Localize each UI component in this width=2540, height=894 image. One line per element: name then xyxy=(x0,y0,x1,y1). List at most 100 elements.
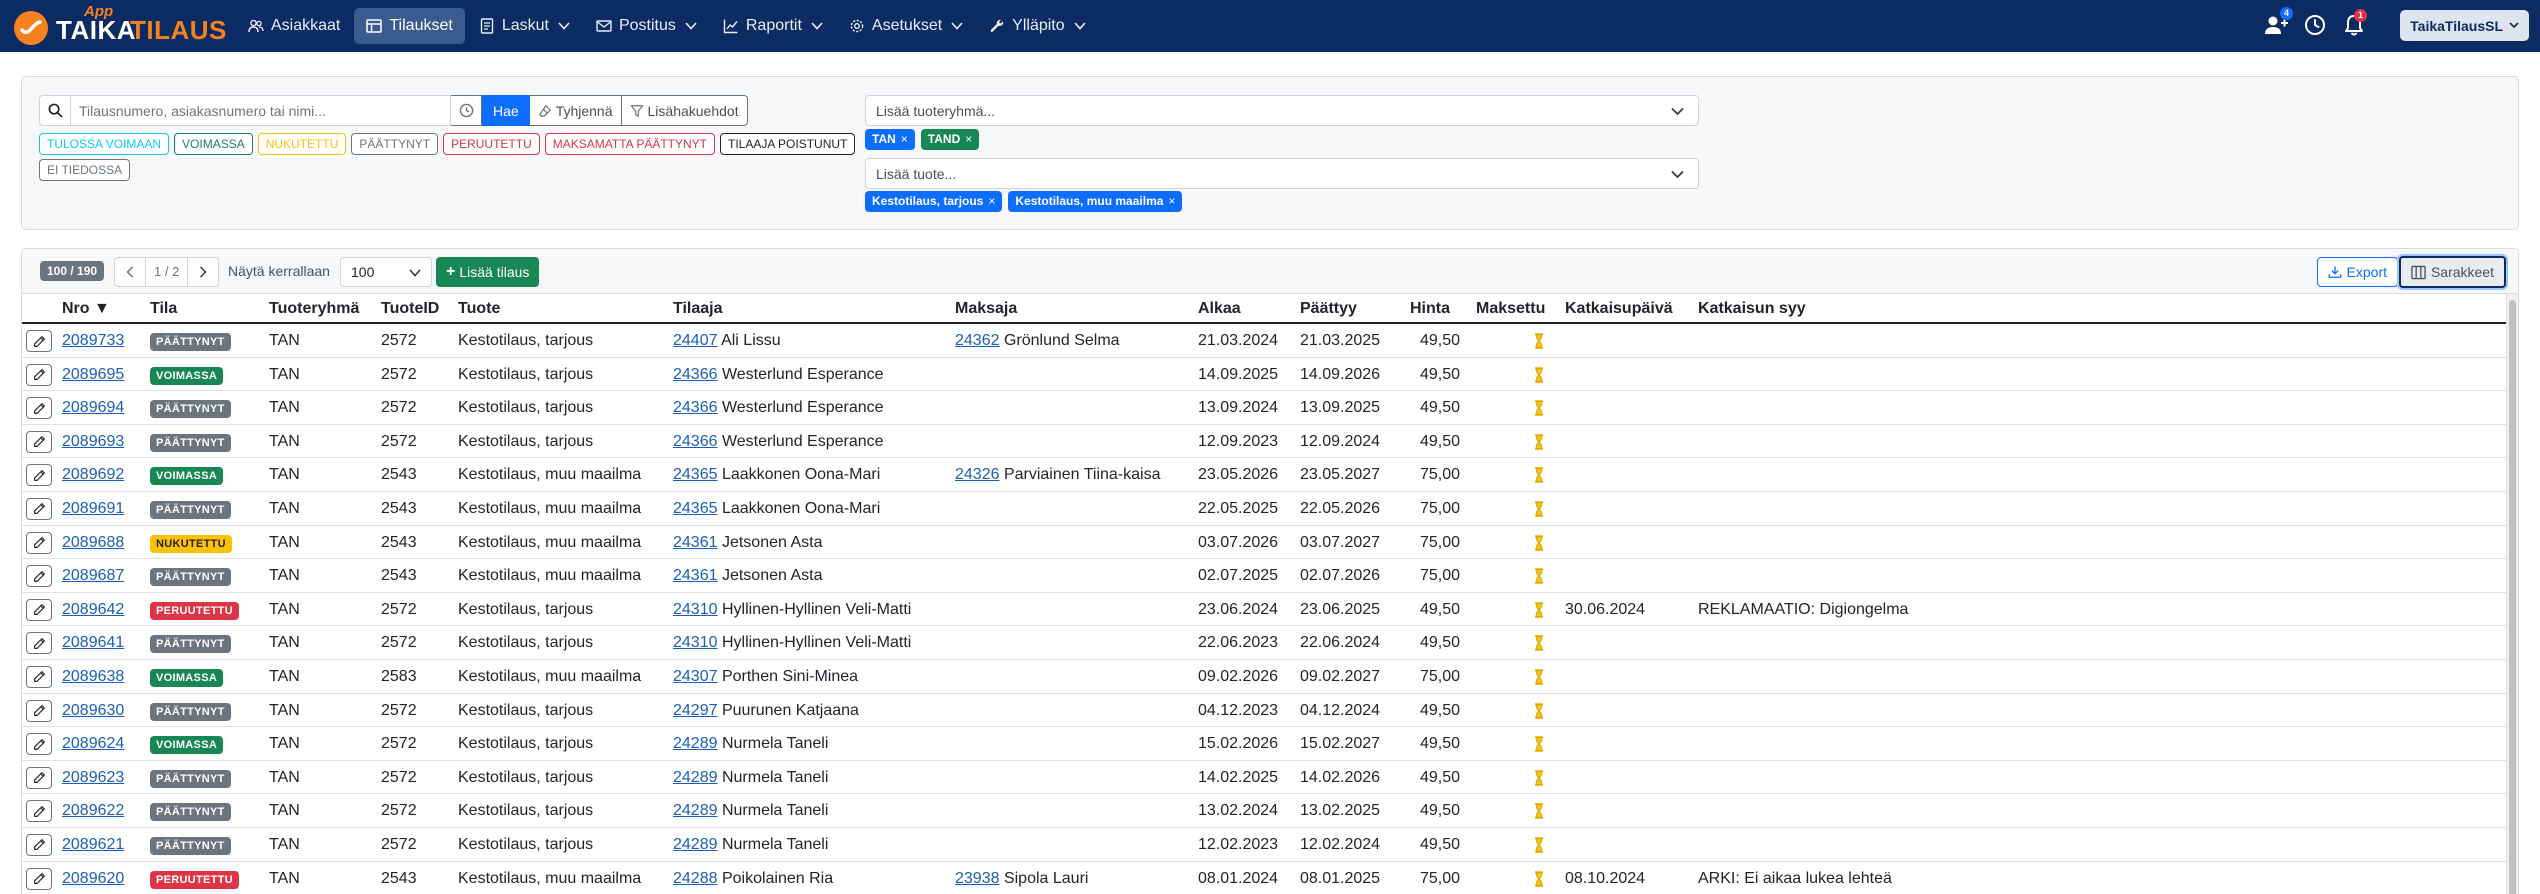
status-filter-nukutettu[interactable]: NUKUTETTU xyxy=(257,133,347,155)
subscriber-id-link[interactable]: 24289 xyxy=(673,802,718,819)
subscriber-id-link[interactable]: 24361 xyxy=(673,567,718,584)
search-button[interactable]: Hae xyxy=(482,95,530,126)
order-number-link[interactable]: 2089691 xyxy=(62,500,124,518)
column-header-katkaisupaiva[interactable]: Katkaisupäivä xyxy=(1565,300,1673,318)
edit-order-button[interactable] xyxy=(26,833,52,856)
remove-tag-icon[interactable]: × xyxy=(901,132,908,146)
order-number-link[interactable]: 2089624 xyxy=(62,735,124,753)
nav-item-tilaukset[interactable]: Tilaukset xyxy=(354,8,465,44)
scrollbar-thumb[interactable] xyxy=(2509,300,2516,894)
subscriber-id-link[interactable]: 24310 xyxy=(673,634,718,651)
column-header-hinta[interactable]: Hinta xyxy=(1410,300,1450,318)
remove-tag-icon[interactable]: × xyxy=(1168,194,1175,208)
subscriber-id-link[interactable]: 24307 xyxy=(673,668,718,685)
order-number-link[interactable]: 2089620 xyxy=(62,870,124,888)
vertical-scrollbar[interactable] xyxy=(2506,294,2518,894)
nav-item-raportit[interactable]: Raportit xyxy=(711,8,835,44)
company-dropdown-button[interactable]: TaikaTilausSL xyxy=(2400,10,2529,41)
column-header-tuoteid[interactable]: TuoteID xyxy=(381,300,439,318)
order-number-link[interactable]: 2089623 xyxy=(62,769,124,787)
column-header-tilaaja[interactable]: Tilaaja xyxy=(673,300,723,318)
order-number-link[interactable]: 2089642 xyxy=(62,601,124,619)
search-history-button[interactable] xyxy=(451,95,482,126)
subscriber-id-link[interactable]: 24407 xyxy=(673,332,718,349)
order-number-link[interactable]: 2089688 xyxy=(62,534,124,552)
history-clock-icon[interactable] xyxy=(2303,13,2329,39)
edit-order-button[interactable] xyxy=(26,430,52,453)
status-filter-tilaaja-poistunut[interactable]: TILAAJA POISTUNUT xyxy=(720,133,856,155)
order-number-link[interactable]: 2089692 xyxy=(62,466,124,484)
order-number-link[interactable]: 2089630 xyxy=(62,702,124,720)
subscriber-id-link[interactable]: 24365 xyxy=(673,500,718,517)
product-group-select[interactable]: Lisää tuoteryhmä... xyxy=(865,95,1699,126)
column-header-maksaja[interactable]: Maksaja xyxy=(955,300,1017,318)
subscriber-id-link[interactable]: 24365 xyxy=(673,466,718,483)
edit-order-button[interactable] xyxy=(26,330,52,352)
subscriber-id-link[interactable]: 24289 xyxy=(673,836,718,853)
column-header-tuoteryhma[interactable]: Tuoteryhmä xyxy=(269,300,359,318)
order-number-link[interactable]: 2089694 xyxy=(62,399,124,417)
column-header-alkaa[interactable]: Alkaa xyxy=(1198,300,1241,318)
nav-item-asiakkaat[interactable]: Asiakkaat xyxy=(236,8,352,44)
order-number-link[interactable]: 2089733 xyxy=(62,332,124,350)
app-logo[interactable]: App TAIKA TILAUS xyxy=(14,3,226,45)
subscriber-id-link[interactable]: 24289 xyxy=(673,735,718,752)
nav-item-yllapito[interactable]: Ylläpito xyxy=(977,8,1097,44)
column-header-paattyy[interactable]: Päättyy xyxy=(1300,300,1357,318)
edit-order-button[interactable] xyxy=(26,665,52,688)
payer-id-link[interactable]: 24326 xyxy=(955,466,1000,483)
subscriber-id-link[interactable]: 24366 xyxy=(673,366,718,383)
edit-order-button[interactable] xyxy=(26,699,52,722)
order-number-link[interactable]: 2089693 xyxy=(62,433,124,451)
order-number-link[interactable]: 2089638 xyxy=(62,668,124,686)
column-header-maksettu[interactable]: Maksettu xyxy=(1476,300,1545,318)
subscriber-id-link[interactable]: 24297 xyxy=(673,702,718,719)
order-number-link[interactable]: 2089622 xyxy=(62,802,124,820)
next-page-button[interactable] xyxy=(187,257,220,287)
edit-order-button[interactable] xyxy=(26,565,52,588)
edit-order-button[interactable] xyxy=(26,397,52,420)
order-number-link[interactable]: 2089687 xyxy=(62,567,124,585)
advanced-search-button[interactable]: Lisähakuehdot xyxy=(621,95,748,126)
edit-order-button[interactable] xyxy=(26,363,52,386)
status-filter-voimassa[interactable]: VOIMASSA xyxy=(174,133,253,155)
status-filter-paattynyt[interactable]: PÄÄTTYNYT xyxy=(351,133,439,155)
remove-tag-icon[interactable]: × xyxy=(988,194,995,208)
bell-icon[interactable]: 1 xyxy=(2342,9,2368,39)
search-input[interactable] xyxy=(70,95,451,126)
remove-tag-icon[interactable]: × xyxy=(965,132,972,146)
users-icon[interactable]: 4 xyxy=(2264,7,2293,39)
edit-order-button[interactable] xyxy=(26,733,52,756)
add-order-button[interactable]: + Lisää tilaus xyxy=(436,257,540,287)
column-header-tila[interactable]: Tila xyxy=(150,300,177,318)
subscriber-id-link[interactable]: 24366 xyxy=(673,399,718,416)
order-number-link[interactable]: 2089621 xyxy=(62,836,124,854)
subscriber-id-link[interactable]: 24310 xyxy=(673,601,718,618)
product-select[interactable]: Lisää tuote... xyxy=(865,158,1699,189)
nav-item-asetukset[interactable]: Asetukset xyxy=(837,8,975,44)
subscriber-id-link[interactable]: 24361 xyxy=(673,534,718,551)
payer-id-link[interactable]: 23938 xyxy=(955,870,1000,887)
column-header-katkaisun-syy[interactable]: Katkaisun syy xyxy=(1698,300,1806,318)
page-size-select[interactable]: 100 xyxy=(340,257,432,287)
subscriber-id-link[interactable]: 24366 xyxy=(673,433,718,450)
edit-order-button[interactable] xyxy=(26,598,52,621)
status-filter-ei-tiedossa[interactable]: EI TIEDOSSA xyxy=(39,159,131,181)
order-number-link[interactable]: 2089695 xyxy=(62,366,124,384)
nav-item-laskut[interactable]: Laskut xyxy=(467,8,582,44)
export-button[interactable]: Export xyxy=(2316,257,2398,287)
edit-order-button[interactable] xyxy=(26,867,52,890)
column-header-nro[interactable]: Nro ▼ xyxy=(62,300,110,318)
status-filter-maksamatta-paattynyt[interactable]: MAKSAMATTA PÄÄTTYNYT xyxy=(544,133,715,155)
edit-order-button[interactable] xyxy=(26,800,52,823)
status-filter-tulossa-voimaan[interactable]: TULOSSA VOIMAAN xyxy=(39,133,170,155)
prev-page-button[interactable] xyxy=(114,257,146,287)
payer-id-link[interactable]: 24362 xyxy=(955,332,1000,349)
column-header-tuote[interactable]: Tuote xyxy=(458,300,500,318)
order-number-link[interactable]: 2089641 xyxy=(62,634,124,652)
edit-order-button[interactable] xyxy=(26,497,52,520)
clear-button[interactable]: Tyhjennä xyxy=(529,95,622,126)
edit-order-button[interactable] xyxy=(26,632,52,655)
subscriber-id-link[interactable]: 24289 xyxy=(673,769,718,786)
subscriber-id-link[interactable]: 24288 xyxy=(673,870,718,887)
